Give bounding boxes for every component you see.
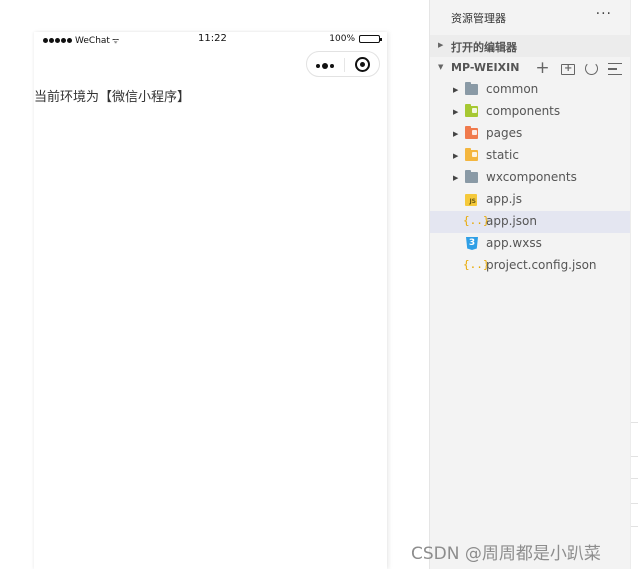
tree-item-project-config-json[interactable]: {..} project.config.json — [430, 255, 630, 277]
json-file-icon: {..} — [463, 214, 490, 227]
tree-item-label: pages — [486, 126, 523, 140]
capsule-divider — [344, 58, 345, 72]
tree-item-label: app.js — [486, 192, 522, 206]
chevron-right-icon: ▶ — [453, 174, 459, 182]
components-folder-icon — [465, 104, 478, 117]
tree-item-label: app.json — [486, 214, 537, 228]
section-project[interactable]: ▼ MP-WEIXIN + — [430, 57, 630, 79]
json-file-icon: {..} — [463, 258, 490, 271]
status-bar: WeChat ᯤ 11:22 100% — [34, 32, 387, 48]
new-folder-icon[interactable] — [561, 61, 575, 77]
chevron-down-icon: ▼ — [438, 63, 444, 71]
chevron-right-icon: ▶ — [453, 86, 459, 94]
more-dots-icon[interactable] — [316, 63, 334, 69]
refresh-icon[interactable] — [585, 62, 598, 75]
collapse-all-icon[interactable] — [608, 63, 622, 75]
status-time: 11:22 — [198, 33, 227, 44]
carrier-name: WeChat — [75, 35, 110, 46]
wifi-icon: ᯤ — [111, 36, 120, 45]
explorer-header: 资源管理器 ··· — [430, 0, 630, 35]
folder-icon — [465, 170, 478, 183]
tree-item-app-js[interactable]: JS app.js — [430, 189, 630, 211]
explorer-panel: 资源管理器 ··· ▶ 打开的编辑器 ▼ MP-WEIXIN + ▶ commo… — [429, 0, 630, 569]
project-label: MP-WEIXIN — [451, 61, 520, 74]
watermark: CSDN @周周都是小趴菜 — [411, 544, 601, 564]
tree-item-static[interactable]: ▶ static — [430, 145, 630, 167]
css-file-icon: 3 — [466, 237, 478, 250]
simulator-screen: WeChat ᯤ 11:22 100% 当前环境为【微信小程序】 — [34, 32, 387, 569]
tree-item-app-wxss[interactable]: 3 app.wxss — [430, 233, 630, 255]
tree-item-label: components — [486, 104, 561, 118]
section-open-editors[interactable]: ▶ 打开的编辑器 — [430, 35, 630, 57]
tree-item-common[interactable]: ▶ common — [430, 79, 630, 101]
menu-capsule — [306, 51, 380, 77]
battery-indicator: 100% — [329, 34, 382, 44]
signal-dots-icon — [43, 38, 72, 43]
chevron-right-icon: ▶ — [453, 152, 459, 160]
environment-text: 当前环境为【微信小程序】 — [34, 90, 191, 105]
explorer-toolbar: + — [534, 60, 622, 77]
new-file-icon[interactable]: + — [534, 60, 551, 77]
chevron-right-icon: ▶ — [453, 130, 459, 138]
more-actions-icon[interactable]: ··· — [596, 6, 612, 22]
tree-item-label: static — [486, 148, 519, 162]
pages-folder-icon — [465, 126, 478, 139]
static-folder-icon — [465, 148, 478, 161]
js-file-icon: JS — [465, 194, 477, 206]
tree-item-label: project.config.json — [486, 258, 597, 272]
tree-item-pages[interactable]: ▶ pages — [430, 123, 630, 145]
tree-item-wxcomponents[interactable]: ▶ wxcomponents — [430, 167, 630, 189]
target-close-icon[interactable] — [355, 57, 370, 72]
tree-item-label: common — [486, 82, 539, 96]
signal-indicator: WeChat ᯤ — [43, 35, 119, 46]
tree-item-label: app.wxss — [486, 236, 542, 250]
editor-edge — [630, 0, 638, 569]
tree-item-label: wxcomponents — [486, 170, 577, 184]
chevron-right-icon: ▶ — [438, 41, 444, 49]
battery-icon — [359, 35, 382, 43]
tree-item-app-json[interactable]: {..} app.json — [430, 211, 630, 233]
folder-icon — [465, 82, 478, 95]
battery-percent: 100% — [329, 34, 355, 44]
open-editors-label: 打开的编辑器 — [451, 41, 517, 54]
tree-item-components[interactable]: ▶ components — [430, 101, 630, 123]
chevron-right-icon: ▶ — [453, 108, 459, 116]
explorer-title: 资源管理器 — [451, 12, 506, 25]
